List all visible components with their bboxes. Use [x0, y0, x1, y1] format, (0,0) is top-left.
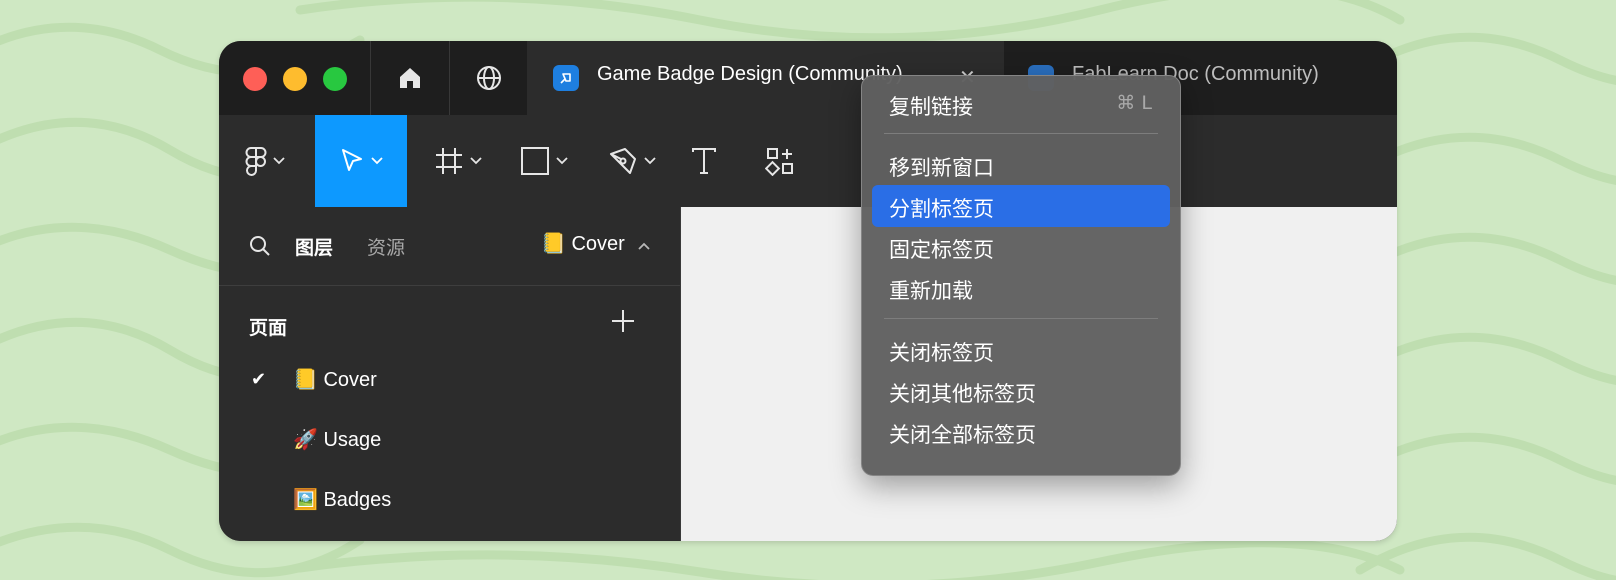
community-button[interactable] — [450, 41, 528, 115]
chevron-down-icon — [273, 157, 285, 165]
page-item-usage[interactable]: 🚀 Usage — [219, 421, 680, 461]
chevron-down-icon — [371, 157, 383, 165]
cursor-icon — [342, 149, 362, 171]
tab-assets[interactable]: 资源 — [367, 233, 405, 260]
menu-item-copy-link[interactable]: 复制链接 ⌘ L — [872, 83, 1170, 125]
menu-item-label: 关闭其他标签页 — [889, 382, 1036, 406]
tab-layers[interactable]: 图层 — [295, 233, 333, 260]
page-picker[interactable]: 📒 Cover — [541, 231, 651, 256]
title-bar: Game Badge Design (Community) ✕ FabLearn… — [219, 41, 1397, 115]
menu-item-close-tab[interactable]: 关闭标签页 — [872, 329, 1170, 371]
zoom-window-button[interactable] — [323, 67, 347, 91]
menu-item-move-to-new-window[interactable]: 移到新窗口 — [872, 144, 1170, 186]
menu-item-reload[interactable]: 重新加载 — [872, 267, 1170, 309]
chevron-down-icon — [644, 157, 656, 165]
menu-item-label: 固定标签页 — [889, 238, 994, 262]
main-menu-button[interactable] — [219, 115, 311, 207]
page-label: 🚀 Usage — [293, 429, 382, 451]
page-label: 📒 Cover — [293, 369, 377, 391]
toolbar — [219, 115, 1397, 207]
text-icon — [692, 148, 716, 174]
menu-item-split-tab[interactable]: 分割标签页 — [872, 185, 1170, 227]
menu-item-label: 关闭全部标签页 — [889, 423, 1036, 447]
page-label: 🖼️ Badges — [293, 489, 392, 511]
menu-item-label: 分割标签页 — [889, 197, 994, 221]
chevron-down-icon — [556, 157, 568, 165]
panel-tabs: 图层 资源 📒 Cover — [219, 207, 680, 286]
menu-item-close-all-tabs[interactable]: 关闭全部标签页 — [872, 411, 1170, 453]
layers-panel: 图层 资源 📒 Cover 页面 ✔ 📒 Cover 🚀 Usage 🖼️ Ba… — [219, 207, 681, 541]
globe-icon — [477, 66, 501, 90]
pages-section-title: 页面 — [249, 317, 288, 339]
rectangle-icon — [521, 147, 549, 175]
menu-item-label: 关闭标签页 — [889, 341, 994, 365]
shortcut-label: ⌘ L — [1116, 92, 1152, 114]
frame-tool-button[interactable] — [423, 115, 493, 207]
home-icon — [400, 68, 420, 88]
file-icon — [553, 65, 579, 91]
current-page-label: 📒 Cover — [541, 233, 625, 255]
shape-tool-button[interactable] — [509, 115, 579, 207]
text-tool-button[interactable] — [679, 115, 729, 207]
menu-item-pin-tab[interactable]: 固定标签页 — [872, 226, 1170, 268]
menu-separator — [884, 318, 1158, 319]
resources-tool-button[interactable] — [755, 115, 805, 207]
chevron-down-icon — [470, 157, 482, 165]
resources-icon — [765, 148, 793, 176]
page-item-badges[interactable]: 🖼️ Badges — [219, 481, 680, 521]
menu-item-label: 移到新窗口 — [889, 156, 994, 180]
figma-logo-icon — [245, 147, 267, 176]
menu-separator — [884, 133, 1158, 134]
search-icon[interactable] — [249, 235, 271, 257]
menu-item-close-other-tabs[interactable]: 关闭其他标签页 — [872, 370, 1170, 412]
page-item-cover[interactable]: ✔ 📒 Cover — [219, 361, 680, 401]
tab-context-menu: 复制链接 ⌘ L 移到新窗口 分割标签页 固定标签页 重新加载 关闭标签页 关闭… — [861, 75, 1181, 476]
checkmark-icon: ✔ — [251, 369, 267, 390]
app-window: Game Badge Design (Community) ✕ FabLearn… — [219, 41, 1397, 541]
move-tool-button[interactable] — [315, 115, 407, 207]
tab-title: Game Badge Design (Community) — [597, 63, 903, 85]
minimize-window-button[interactable] — [283, 67, 307, 91]
home-button[interactable] — [371, 41, 449, 115]
pen-tool-button[interactable] — [597, 115, 667, 207]
pen-icon — [610, 148, 636, 174]
menu-item-label: 复制链接 — [889, 95, 973, 119]
frame-icon — [436, 148, 462, 174]
add-page-button[interactable] — [609, 307, 637, 335]
close-window-button[interactable] — [243, 67, 267, 91]
chevron-up-icon — [638, 242, 651, 250]
menu-item-label: 重新加载 — [889, 279, 973, 303]
